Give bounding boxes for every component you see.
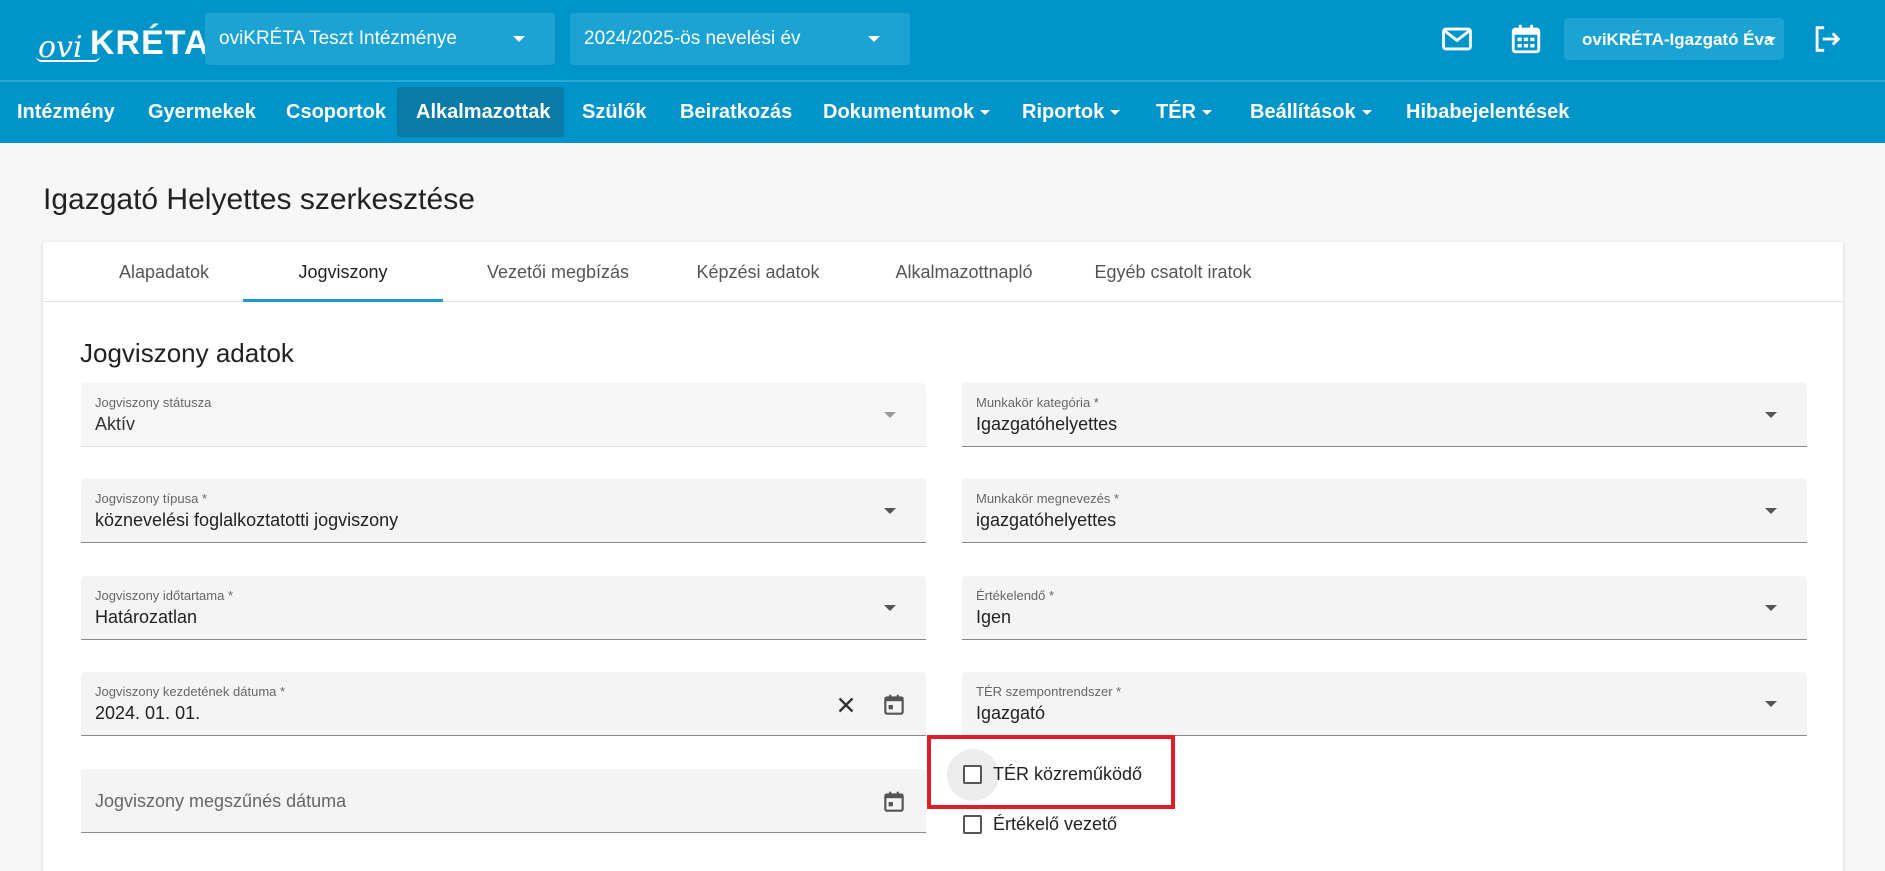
page-title: Igazgató Helyettes szerkesztése: [43, 183, 475, 216]
nav-item-alkalmazottak[interactable]: Alkalmazottak: [397, 87, 564, 137]
ertekelo-vezeto-checkbox[interactable]: Értékelő vezető: [963, 810, 1193, 840]
chevron-down-icon: [884, 412, 896, 418]
calendar-icon[interactable]: [881, 692, 907, 718]
chevron-down-icon: [1361, 110, 1372, 116]
section-title: Jogviszony adatok: [80, 338, 294, 368]
field-value: Aktív: [95, 414, 136, 434]
nav-item-beiratkozas[interactable]: Beiratkozás: [680, 87, 792, 137]
calendar-icon[interactable]: [1509, 22, 1543, 56]
user-name: oviKRÉTA-Igazgató Éva: [1582, 30, 1774, 49]
chevron-down-icon: [884, 605, 896, 611]
highlight-annotation: [927, 735, 1175, 809]
clear-icon[interactable]: [833, 692, 859, 718]
tab-vezetoi-megbizas[interactable]: Vezetői megbízás: [463, 242, 653, 302]
tab-egyeb-csatolt-iratok[interactable]: Egyéb csatolt iratok: [1068, 242, 1278, 302]
nav-item-csoportok[interactable]: Csoportok: [286, 87, 386, 137]
tab-jogviszony[interactable]: Jogviszony: [243, 242, 443, 302]
field-value: Igazgatóhelyettes: [976, 414, 1118, 434]
nav-item-intezmeny[interactable]: Intézmény: [17, 87, 115, 137]
chevron-down-icon: [1765, 412, 1777, 418]
tab-bar: Alapadatok Jogviszony Vezetői megbízás K…: [43, 242, 1843, 302]
app-logo[interactable]: ovi KRÉTA: [34, 12, 209, 68]
checkbox-box[interactable]: [963, 815, 982, 834]
school-year-select[interactable]: 2024/2025-ös nevelési év: [570, 13, 910, 65]
jogviszony-kezdete-date-field[interactable]: Jogviszony kezdetének dátuma * 2024. 01.…: [81, 672, 926, 736]
munkakor-megnevezes-select[interactable]: Munkakör megnevezés * igazgatóhelyettes: [962, 479, 1807, 543]
chevron-down-icon: [868, 36, 880, 42]
field-value: Igazgató: [976, 703, 1046, 723]
jogviszony-tipusa-select[interactable]: Jogviszony típusa * köznevelési foglalko…: [81, 479, 926, 543]
nav-item-szulok[interactable]: Szülők: [582, 87, 646, 137]
top-bar: ovi KRÉTA oviKRÉTA Teszt Intézménye 2024…: [0, 0, 1885, 80]
nav-item-dokumentumok[interactable]: Dokumentumok: [823, 87, 991, 137]
tab-kepzesi-adatok[interactable]: Képzési adatok: [673, 242, 843, 302]
ertekelendo-select[interactable]: Értékelendő * Igen: [962, 576, 1807, 640]
institution-select-value: oviKRÉTA Teszt Intézménye: [219, 28, 457, 49]
field-value: köznevelési foglalkoztatotti jogviszony: [95, 510, 399, 530]
field-label: Értékelendő *: [976, 588, 1055, 603]
institution-select[interactable]: oviKRÉTA Teszt Intézménye: [205, 13, 555, 65]
field-value: Határozatlan: [95, 607, 198, 627]
field-label: Jogviszony kezdetének dátuma *: [95, 684, 286, 699]
chevron-down-icon: [1765, 701, 1777, 707]
school-year-select-value: 2024/2025-ös nevelési év: [584, 28, 801, 49]
logo-swoosh: [36, 56, 100, 62]
ter-szempontrendszer-select[interactable]: TÉR szempontrendszer * Igazgató: [962, 672, 1807, 736]
chevron-down-icon: [884, 508, 896, 514]
mail-icon[interactable]: [1440, 22, 1474, 56]
nav-item-beallitasok[interactable]: Beállítások: [1250, 87, 1372, 137]
munkakor-kategoria-select[interactable]: Munkakör kategória * Igazgatóhelyettes: [962, 383, 1807, 447]
tab-alapadatok[interactable]: Alapadatok: [99, 242, 229, 302]
nav-item-hibabejelentesek[interactable]: Hibabejelentések: [1406, 87, 1569, 137]
nav-item-riportok[interactable]: Riportok: [1022, 87, 1121, 137]
user-menu[interactable]: oviKRÉTA-Igazgató Éva: [1564, 18, 1784, 60]
field-value: igazgatóhelyettes: [976, 510, 1117, 530]
field-value: Igen: [976, 607, 1012, 627]
jogviszony-statusza-select: Jogviszony státusza Aktív: [81, 383, 926, 447]
chevron-down-icon: [1766, 37, 1776, 42]
logout-icon[interactable]: [1810, 22, 1844, 56]
checkbox-label: Értékelő vezető: [993, 814, 1118, 834]
chevron-down-icon: [1765, 508, 1777, 514]
calendar-icon[interactable]: [881, 789, 907, 815]
field-label: Jogviszony típusa *: [95, 491, 208, 506]
nav-item-gyermekek[interactable]: Gyermekek: [148, 87, 256, 137]
field-label: Jogviszony státusza: [95, 395, 212, 410]
chevron-down-icon: [513, 36, 525, 42]
jogviszony-megszunes-date-field[interactable]: Jogviszony megszűnés dátuma: [81, 769, 926, 833]
chevron-down-icon: [980, 110, 991, 116]
jogviszony-idotartama-select[interactable]: Jogviszony időtartama * Határozatlan: [81, 576, 926, 640]
chevron-down-icon: [1765, 605, 1777, 611]
field-placeholder: Jogviszony megszűnés dátuma: [95, 791, 347, 811]
field-value: 2024. 01. 01.: [95, 703, 201, 723]
chevron-down-icon: [1110, 110, 1121, 116]
tab-alkalmazottnaplo[interactable]: Alkalmazottnapló: [869, 242, 1059, 302]
main-nav: Intézmény Gyermekek Csoportok Alkalmazot…: [0, 80, 1885, 143]
chevron-down-icon: [1202, 110, 1212, 116]
field-label: Munkakör kategória *: [976, 395, 1099, 410]
field-label: Jogviszony időtartama *: [95, 588, 234, 603]
field-label: Munkakör megnevezés *: [976, 491, 1120, 506]
field-label: TÉR szempontrendszer *: [976, 684, 1122, 699]
logo-kreta: KRÉTA: [90, 24, 210, 62]
nav-item-ter[interactable]: TÉR: [1156, 87, 1212, 137]
